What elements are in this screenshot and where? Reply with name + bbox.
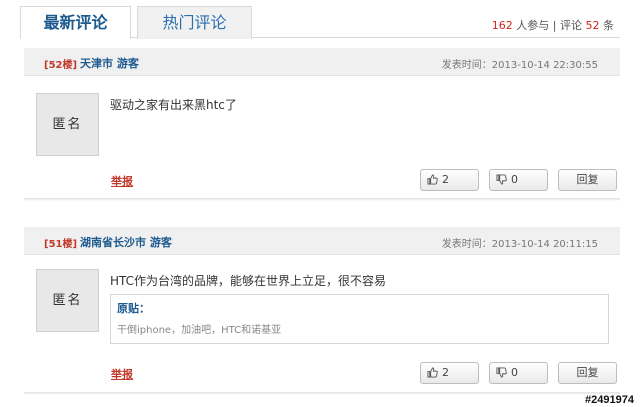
comment-header: [51楼] 湖南省长沙市 游客 发表时间：2013-10-14 20:11:15 [24,227,620,255]
avatar: 匿名 [36,93,99,156]
participant-count: 162 [491,19,513,32]
dislike-count: 0 [511,366,518,379]
comment-count: 52 [585,19,600,32]
commenter-location[interactable]: 天津市 游客 [80,55,139,71]
quote-text: 干倒iphone，加油吧，HTC和诺基亚 [117,325,282,336]
thumbs-up-icon [427,174,438,185]
comment-text: HTC作为台湾的品牌，能够在世界上立足，很不容易 [110,274,387,288]
dislike-count: 0 [511,173,518,186]
participants-label: 人参与 | 评论 [512,19,586,32]
like-count: 2 [442,366,449,379]
watermark-id: #2491974 [585,394,634,406]
like-count: 2 [442,173,449,186]
reply-button[interactable]: 回复 [558,362,617,384]
card-divider [24,198,620,201]
comment-card: [51楼] 湖南省长沙市 游客 发表时间：2013-10-14 20:11:15… [24,227,620,392]
tab-hot-comments[interactable]: 热门评论 [137,6,252,39]
floor-number: [52楼] [44,60,78,71]
post-time: 发表时间：2013-10-14 20:11:15 [441,239,598,250]
quote-title: 原贴： [117,302,150,315]
floor-number: [51楼] [44,239,78,250]
comment-stats: 162 人参与 | 评论 52 条 [492,17,614,33]
comment-header: [52楼] 天津市 游客 发表时间：2013-10-14 22:30:55 [24,48,620,76]
avatar: 匿名 [36,269,99,332]
comment-card: [52楼] 天津市 游客 发表时间：2013-10-14 22:30:55 匿名… [24,48,620,198]
like-button[interactable]: 2 [420,169,479,191]
tab-latest-comments[interactable]: 最新评论 [20,6,131,39]
like-button[interactable]: 2 [420,362,479,384]
report-link[interactable]: 举报 [111,173,133,189]
thumbs-down-icon [496,174,507,185]
thumbs-up-icon [427,367,438,378]
card-divider [24,392,620,395]
comment-text: 驱动之家有出来黑htc了 [110,98,237,112]
comments-label: 条 [599,19,614,32]
comment-tabs: 最新评论 热门评论 162 人参与 | 评论 52 条 [20,0,620,39]
post-time: 发表时间：2013-10-14 22:30:55 [441,60,598,71]
report-link[interactable]: 举报 [111,366,133,382]
commenter-location[interactable]: 湖南省长沙市 游客 [80,234,172,250]
reply-button[interactable]: 回复 [558,169,617,191]
dislike-button[interactable]: 0 [489,169,548,191]
thumbs-down-icon [496,367,507,378]
dislike-button[interactable]: 0 [489,362,548,384]
quoted-post: 原贴： 干倒iphone，加油吧，HTC和诺基亚 [110,294,609,344]
